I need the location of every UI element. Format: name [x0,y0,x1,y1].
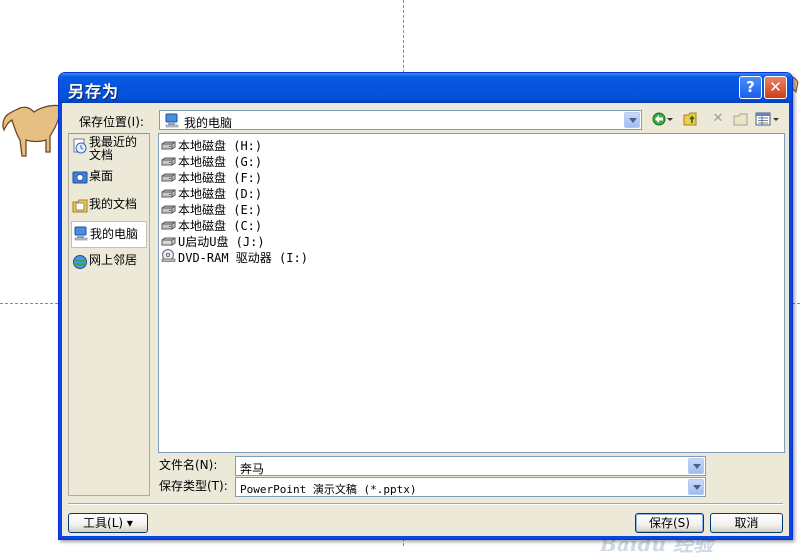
filetype-label: 保存类型(T): [159,479,228,493]
tools-button[interactable]: 工具(L) ▾ [68,513,148,533]
divider [68,503,783,505]
dialog-border-left [59,103,62,539]
dvd-drive-icon [161,249,176,265]
chevron-down-icon[interactable] [624,112,640,128]
place-my-computer[interactable]: 我的电脑 [71,221,147,248]
place-label: 桌面 [89,169,114,183]
filetype-dropdown[interactable]: PowerPoint 演示文稿 (*.pptx) [235,477,706,497]
places-bar: 我最近的文档 桌面 我的文档 我的电脑 网上邻居 [68,133,150,496]
dialog-titlebar[interactable]: 另存为 ? ✕ [59,73,792,103]
my-computer-icon [165,113,179,131]
up-folder-button[interactable] [683,111,701,129]
lookin-value: 我的电脑 [184,116,233,130]
lookin-label: 保存位置(I): [79,115,144,129]
place-label: 我的电脑 [90,227,139,241]
close-button[interactable]: ✕ [764,76,787,99]
delete-button[interactable]: ✕ [709,111,727,129]
recent-documents-icon [72,138,88,157]
cancel-button[interactable]: 取消 [710,513,783,533]
new-folder-icon [733,113,748,126]
filename-label: 文件名(N): [159,458,218,472]
up-folder-icon [683,112,697,126]
place-label: 我的文档 [89,197,138,211]
new-folder-button[interactable] [733,111,751,129]
usb-drive-icon [161,235,176,249]
chevron-down-icon[interactable] [688,479,704,495]
place-network[interactable]: 网上邻居 [71,252,147,274]
place-desktop[interactable]: 桌面 [71,168,147,190]
save-button[interactable]: 保存(S) [635,513,704,533]
place-recent-documents[interactable]: 我最近的文档 [71,136,147,166]
place-my-documents[interactable]: 我的文档 [71,196,147,218]
place-label: 网上邻居 [89,253,138,267]
network-places-icon [72,254,88,273]
hard-drive-icon [161,187,176,201]
lookin-dropdown[interactable]: 我的电脑 [159,110,642,130]
dialog-title: 另存为 [68,82,120,101]
hard-drive-icon [161,139,176,153]
filename-input[interactable]: 奔马 [235,456,706,476]
save-as-dialog: 另存为 ? ✕ 保存位置(I): 我的电脑 ✕ 我最近的文档 桌面 我的文档 我… [58,72,793,540]
hard-drive-icon [161,171,176,185]
hard-drive-icon [161,219,176,233]
filetype-value: PowerPoint 演示文稿 (*.pptx) [240,483,417,496]
horse-drawing [0,96,62,165]
dialog-border-right [789,103,792,539]
chevron-down-icon[interactable] [688,458,704,474]
hard-drive-icon [161,203,176,217]
hard-drive-icon [161,155,176,169]
views-menu-button[interactable] [755,111,781,129]
filename-value: 奔马 [240,462,265,476]
views-icon [755,112,779,126]
file-list[interactable]: 本地磁盘 (H:) 本地磁盘 (G:) 本地磁盘 (F:) 本地磁盘 (D:) … [158,133,785,453]
my-documents-icon [72,198,88,217]
dialog-border-bottom [59,536,792,539]
desktop-icon [72,170,88,189]
place-label: 我最近的文档 [89,135,138,162]
help-button[interactable]: ? [739,76,762,99]
back-button[interactable] [651,111,675,129]
my-computer-icon [73,226,89,245]
back-icon [652,112,673,126]
